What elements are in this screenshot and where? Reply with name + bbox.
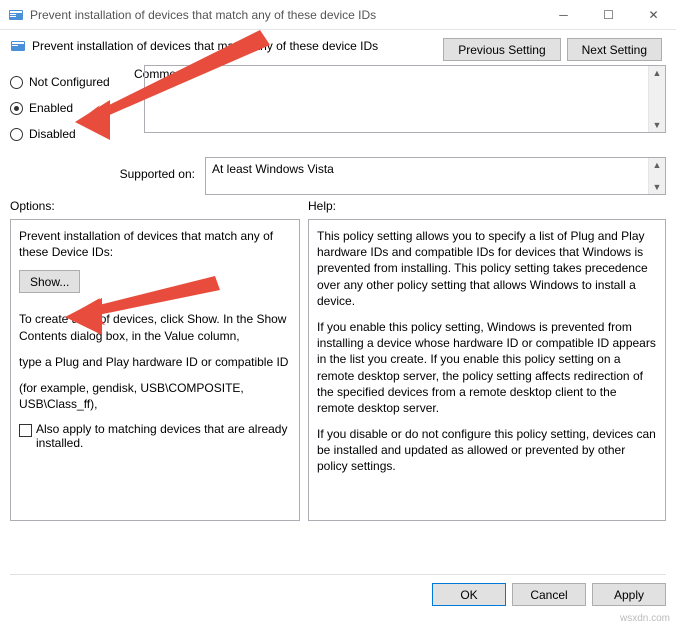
ok-button[interactable]: OK [432,583,506,606]
scroll-down-icon: ▼ [653,180,662,194]
help-text: If you disable or do not configure this … [317,426,657,475]
options-text: (for example, gendisk, USB\COMPOSITE, US… [19,380,291,412]
radio-icon [10,102,23,115]
annotation-arrow [60,270,230,350]
policy-icon [10,38,26,54]
watermark: wsxdn.com [620,613,670,624]
options-text: type a Plug and Play hardware ID or comp… [19,354,291,370]
radio-icon [10,76,23,89]
scrollbar[interactable]: ▲ ▼ [648,158,665,194]
supported-box: At least Windows Vista ▲ ▼ [205,157,666,195]
supported-row: Supported on: At least Windows Vista ▲ ▼ [0,153,676,195]
checkbox-icon [19,424,32,437]
close-button[interactable]: ✕ [631,0,676,29]
supported-value: At least Windows Vista [212,162,334,176]
radio-icon [10,128,23,141]
policy-icon [8,7,24,23]
previous-setting-button[interactable]: Previous Setting [443,38,560,61]
maximize-button[interactable]: ☐ [586,0,631,29]
help-text: If you enable this policy setting, Windo… [317,319,657,416]
next-setting-button[interactable]: Next Setting [567,38,662,61]
action-buttons: OK Cancel Apply [10,574,666,606]
options-panel: Prevent installation of devices that mat… [10,219,300,521]
annotation-arrow [60,10,280,140]
options-text: Prevent installation of devices that mat… [19,228,291,260]
panels: Prevent installation of devices that mat… [0,213,676,521]
minimize-button[interactable]: ─ [541,0,586,29]
scroll-up-icon: ▲ [653,158,662,172]
scrollbar[interactable]: ▲ ▼ [648,66,665,132]
options-label: Options: [10,199,55,213]
help-label: Help: [308,199,336,213]
checkbox-label: Also apply to matching devices that are … [36,422,291,450]
also-apply-checkbox[interactable]: Also apply to matching devices that are … [19,422,291,450]
scroll-down-icon: ▼ [653,118,662,132]
help-text: This policy setting allows you to specif… [317,228,657,309]
apply-button[interactable]: Apply [592,583,666,606]
help-panel: This policy setting allows you to specif… [308,219,666,521]
cancel-button[interactable]: Cancel [512,583,586,606]
scroll-up-icon: ▲ [653,66,662,80]
supported-label: Supported on: [120,167,195,181]
section-labels: Options: Help: [0,199,676,213]
